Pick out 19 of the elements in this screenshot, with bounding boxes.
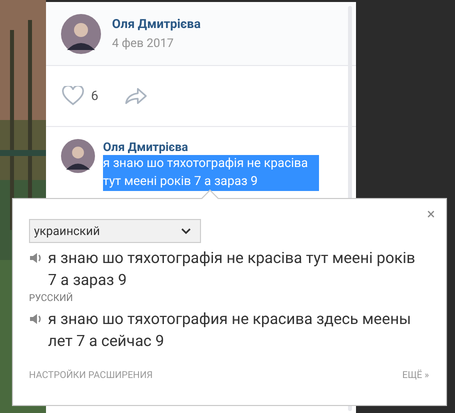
comment-text: я знаю шо тяхотографія не красіва тут меені років 7 а зараз 9: [103, 155, 319, 191]
heart-icon[interactable]: [62, 86, 84, 106]
post-date[interactable]: 4 фев 2017: [112, 36, 201, 50]
source-text: я знаю шо тяхотографія не красіва тут меені років 7 а зараз 9: [48, 248, 416, 291]
speaker-icon[interactable]: [29, 313, 43, 325]
target-language: РУССКИЙ: [29, 293, 73, 304]
language-select[interactable]: украинский: [29, 219, 201, 243]
avatar[interactable]: [61, 14, 101, 54]
author-name[interactable]: Оля Дмитрієва: [103, 139, 188, 155]
avatar[interactable]: [61, 139, 95, 173]
settings-link[interactable]: НАСТРОЙКИ РАСШИРЕНИЯ: [29, 370, 153, 381]
chevron-icon: [181, 228, 191, 234]
speaker-icon[interactable]: [29, 252, 43, 264]
like-count: 6: [91, 88, 98, 104]
more-link[interactable]: ЕЩЁ »: [402, 370, 429, 381]
translated-text: я знаю шо тяхотография не красива здесь меены лет 7 а сейчас 9: [48, 309, 412, 352]
author-name[interactable]: Оля Дмитрієва: [112, 17, 201, 32]
close-button[interactable]: ×: [424, 205, 438, 223]
share-icon[interactable]: [124, 87, 148, 105]
